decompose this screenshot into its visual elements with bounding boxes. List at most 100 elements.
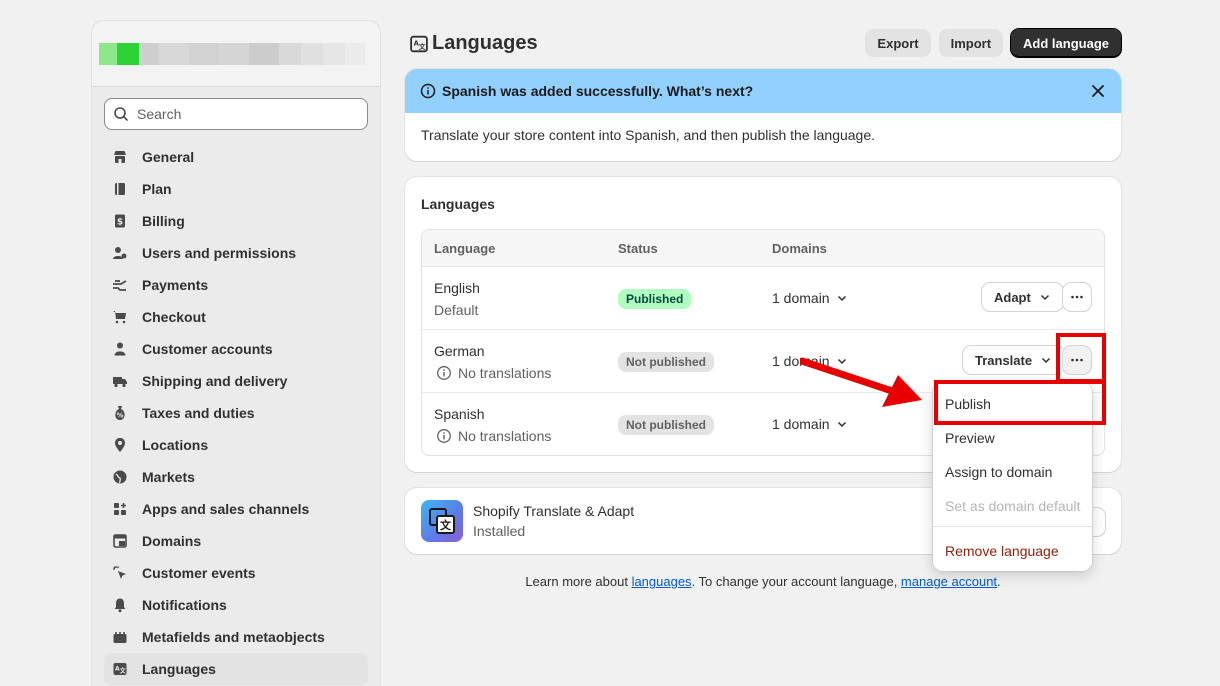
- sidebar-item-label: Billing: [142, 213, 185, 229]
- svg-text:$: $: [117, 218, 123, 228]
- banner-header: Spanish was added successfully. What’s n…: [405, 69, 1121, 113]
- translate-app-icon: 文: [421, 500, 463, 542]
- sidebar-item-label: General: [142, 149, 195, 165]
- footer-text: Learn more about: [525, 574, 632, 589]
- menu-item-preview[interactable]: Preview: [945, 430, 995, 446]
- svg-text:文: 文: [418, 42, 426, 51]
- sidebar-item-general[interactable]: General: [104, 141, 368, 173]
- sidebar-item-customer-accounts[interactable]: Customer accounts: [104, 333, 368, 365]
- sidebar-item-label: Payments: [142, 277, 209, 293]
- store-icon: [110, 147, 130, 167]
- table-row-english[interactable]: English Default Published 1 domain Adapt: [422, 267, 1104, 330]
- translation-status: No translations: [458, 428, 552, 444]
- sidebar-item-languages[interactable]: A文 Languages: [104, 653, 368, 685]
- ellipsis-icon: [1071, 295, 1083, 299]
- metafields-icon: [110, 627, 130, 647]
- status-badge: Published: [618, 289, 692, 309]
- sidebar-item-metafields[interactable]: Metafields and metaobjects: [104, 621, 368, 653]
- success-banner: Spanish was added successfully. What’s n…: [405, 69, 1121, 161]
- add-language-button[interactable]: Add language: [1010, 28, 1122, 58]
- manage-account-link[interactable]: manage account: [901, 574, 997, 589]
- store-name-blurred: [99, 43, 365, 65]
- close-icon[interactable]: [1089, 82, 1107, 100]
- sidebar-item-label: Notifications: [142, 597, 227, 613]
- chevron-down-icon: [837, 295, 846, 302]
- sidebar-item-shipping[interactable]: Shipping and delivery: [104, 365, 368, 397]
- language-subtext: No translations: [434, 428, 551, 444]
- cart-icon: [110, 307, 130, 327]
- banner-body: Translate your store content into Spanis…: [421, 127, 876, 143]
- more-actions-button[interactable]: [1063, 283, 1091, 311]
- table-header: Language Status Domains: [422, 230, 1104, 267]
- translation-status: No translations: [458, 365, 552, 381]
- default-label: Default: [434, 302, 479, 318]
- users-icon: [110, 243, 130, 263]
- sidebar-item-label: Locations: [142, 437, 209, 453]
- sidebar-item-label: Apps and sales channels: [142, 501, 310, 517]
- domain-dropdown[interactable]: 1 domain: [772, 290, 848, 306]
- footer-text: . To change your account language,: [691, 574, 901, 589]
- search-field[interactable]: [104, 98, 368, 130]
- sidebar-item-label: Checkout: [142, 309, 206, 325]
- search-input[interactable]: [137, 106, 357, 122]
- language-name: Spanish: [434, 406, 485, 422]
- sidebar-item-label: Taxes and duties: [142, 405, 255, 421]
- highlight-box-more-button: [1056, 333, 1106, 383]
- sidebar-item-taxes[interactable]: % Taxes and duties: [104, 397, 368, 429]
- sidebar-item-markets[interactable]: Markets: [104, 461, 368, 493]
- sidebar-item-label: Customer events: [142, 565, 256, 581]
- language-name: German: [434, 343, 485, 359]
- truck-icon: [110, 371, 130, 391]
- info-icon: [437, 429, 451, 443]
- svg-text:文: 文: [440, 518, 452, 532]
- page-title-text: Languages: [432, 32, 538, 54]
- sidebar-item-users[interactable]: Users and permissions: [104, 237, 368, 269]
- sidebar-item-locations[interactable]: Locations: [104, 429, 368, 461]
- footer-help: Learn more about languages. To change yo…: [405, 574, 1121, 589]
- sidebar-item-payments[interactable]: Payments: [104, 269, 368, 301]
- sidebar-item-label: Languages: [142, 661, 216, 677]
- domain-dropdown[interactable]: 1 domain: [772, 416, 848, 432]
- translate-label: Translate: [975, 352, 1033, 368]
- menu-item-assign-domain[interactable]: Assign to domain: [945, 464, 1052, 480]
- page-title: A文 Languages: [410, 32, 538, 55]
- sidebar-item-notifications[interactable]: Notifications: [104, 589, 368, 621]
- languages-link[interactable]: languages: [632, 574, 692, 589]
- plan-icon: [110, 179, 130, 199]
- taxes-icon: %: [110, 403, 130, 423]
- annotation-arrow-icon: [800, 357, 922, 407]
- store-header[interactable]: [92, 21, 380, 87]
- highlight-box-publish: [934, 380, 1106, 425]
- bell-icon: [110, 595, 130, 615]
- app-status: Installed: [473, 523, 526, 539]
- svg-text:文: 文: [119, 667, 127, 675]
- card-title: Languages: [421, 196, 495, 212]
- adapt-button[interactable]: Adapt: [982, 283, 1063, 311]
- sidebar-item-customer-events[interactable]: Customer events: [104, 557, 368, 589]
- payments-icon: [110, 275, 130, 295]
- info-icon: [420, 83, 436, 99]
- settings-nav: General Plan $ Billing Users and permiss…: [104, 141, 368, 685]
- globe-icon: [110, 467, 130, 487]
- sidebar-item-domains[interactable]: Domains: [104, 525, 368, 557]
- sidebar-item-label: Metafields and metaobjects: [142, 629, 325, 645]
- export-button[interactable]: Export: [865, 29, 931, 57]
- menu-divider: [933, 526, 1092, 527]
- translate-button[interactable]: Translate: [963, 346, 1065, 374]
- menu-item-set-default: Set as domain default: [945, 498, 1081, 514]
- sidebar-item-label: Shipping and delivery: [142, 373, 288, 389]
- domain-icon: [110, 531, 130, 551]
- info-icon: [437, 366, 451, 380]
- cursor-icon: [110, 563, 130, 583]
- language-icon: A文: [410, 35, 428, 52]
- svg-text:%: %: [116, 412, 123, 420]
- sidebar-item-apps[interactable]: Apps and sales channels: [104, 493, 368, 525]
- sidebar-item-billing[interactable]: $ Billing: [104, 205, 368, 237]
- menu-item-remove-language[interactable]: Remove language: [945, 543, 1059, 559]
- sidebar-item-checkout[interactable]: Checkout: [104, 301, 368, 333]
- sidebar-item-plan[interactable]: Plan: [104, 173, 368, 205]
- import-button[interactable]: Import: [938, 29, 1004, 57]
- billing-icon: $: [110, 211, 130, 231]
- column-header-language: Language: [434, 241, 496, 256]
- header-actions: Export Import Add language: [865, 28, 1122, 58]
